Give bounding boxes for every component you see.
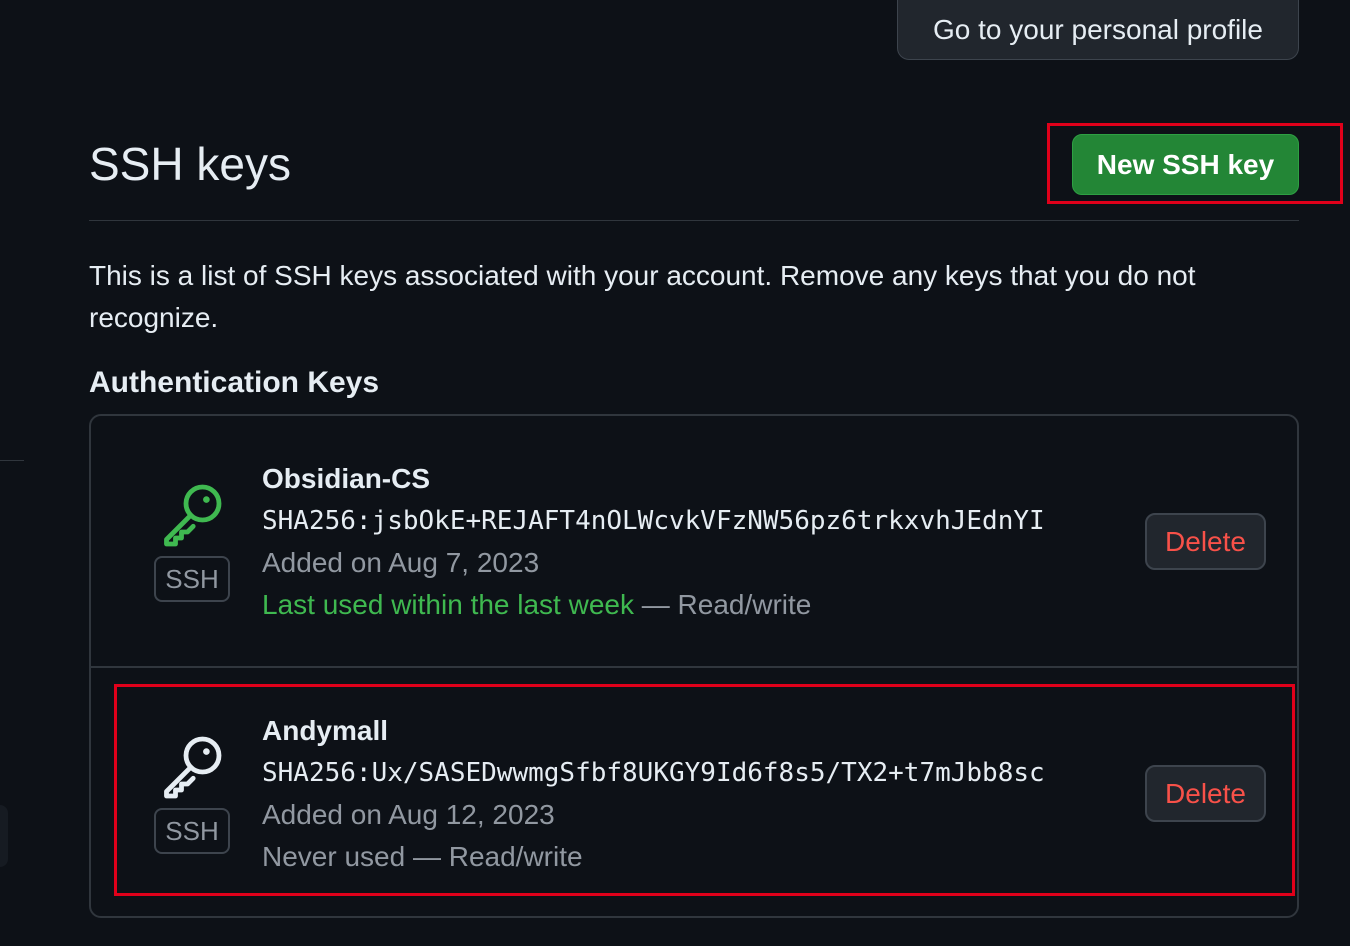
key-added-date: Added on Aug 7, 2023 [262,547,540,578]
sidebar-edge-item[interactable] [0,805,8,867]
sidebar-divider [0,460,24,461]
page-title: SSH keys [89,138,291,190]
section-title: Authentication Keys [89,366,380,399]
last-used-status: Last used within the last week [262,589,634,620]
page-description: This is a list of SSH keys associated wi… [89,260,1196,333]
key-fingerprint: SHA256:jsbOkE+REJAFT4nOLWcvkVFzNW56pz6tr… [262,506,1045,536]
delete-key-button[interactable]: Delete [1145,513,1266,570]
key-icon [164,484,222,547]
highlight-outline-new-key [1047,123,1343,204]
key-usage: Last used within the last week — Read/wr… [262,588,811,622]
row-divider [89,666,1299,668]
key-name: Obsidian-CS [262,463,431,494]
go-to-profile-button[interactable]: Go to your personal profile [897,0,1299,60]
ssh-badge: SSH [154,556,230,602]
title-divider [89,220,1299,221]
highlight-outline-key-row [114,684,1295,896]
access-level: — Read/write [633,589,812,620]
